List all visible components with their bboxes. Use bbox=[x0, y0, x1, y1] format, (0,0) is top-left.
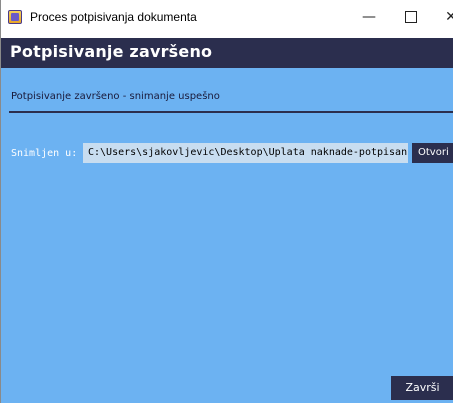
separator-line bbox=[9, 111, 453, 113]
saved-path-field[interactable] bbox=[83, 143, 408, 163]
maximize-button[interactable] bbox=[393, 5, 429, 31]
saved-to-label: Snimljen u: bbox=[11, 148, 78, 159]
header-band: Potpisivanje završeno bbox=[1, 38, 453, 68]
page-title: Potpisivanje završeno bbox=[10, 42, 213, 61]
minimize-button[interactable]: — bbox=[351, 5, 387, 31]
close-button[interactable]: ✕ bbox=[433, 5, 453, 31]
open-button[interactable]: Otvori bbox=[412, 143, 453, 163]
maximize-icon bbox=[405, 11, 417, 23]
window-title: Proces potpisivanja dokumenta bbox=[30, 10, 197, 24]
app-icon bbox=[8, 10, 22, 24]
title-bar[interactable]: Proces potpisivanja dokumenta — ✕ bbox=[1, 0, 453, 38]
signing-process-window: Proces potpisivanja dokumenta — ✕ Potpis… bbox=[0, 0, 453, 403]
finish-button[interactable]: Završi bbox=[391, 376, 453, 400]
status-text: Potpisivanje završeno - snimanje uspešno bbox=[11, 91, 220, 102]
